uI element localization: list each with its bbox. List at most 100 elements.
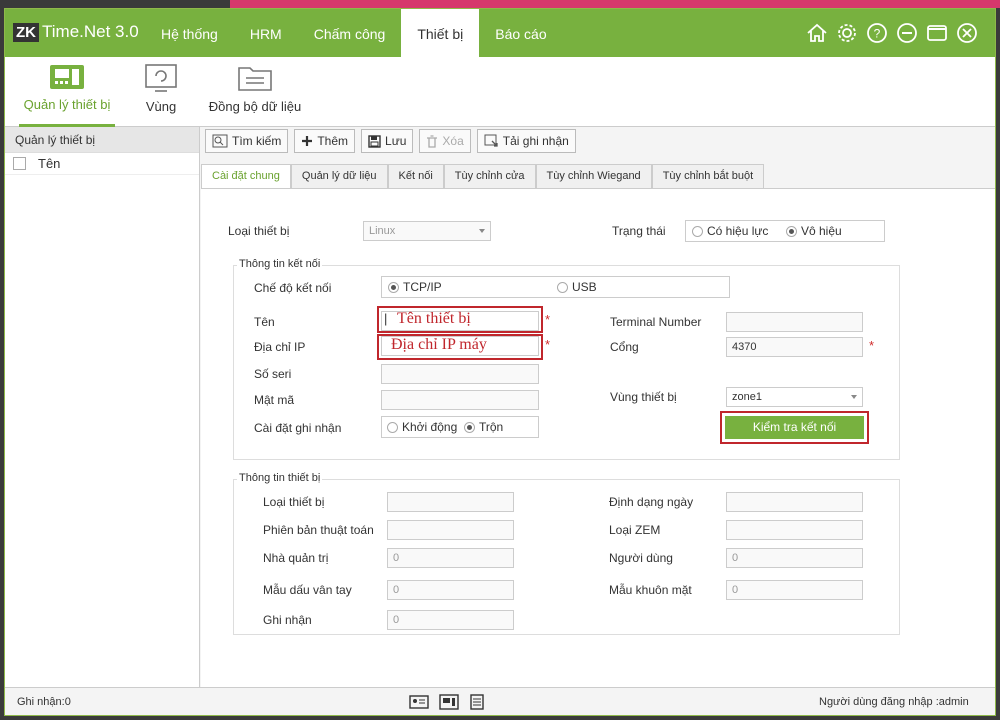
add-button[interactable]: Thêm (294, 129, 355, 153)
module-label: Đồng bộ dữ liệu (209, 99, 302, 114)
required-mark: * (545, 337, 550, 352)
add-label: Thêm (317, 134, 348, 148)
radio-indicator (557, 282, 568, 293)
title-bar: ZK Time.Net 3.0 Hệ thống HRM Chấm công T… (5, 9, 995, 57)
save-button[interactable]: Lưu (361, 129, 413, 153)
menu-system[interactable]: Hệ thống (145, 9, 234, 57)
admin-count-value: 0 (393, 552, 399, 564)
status-inactive-radio[interactable]: Vô hiệu (786, 224, 842, 238)
home-icon[interactable] (805, 21, 829, 45)
svg-text:?: ? (874, 27, 881, 41)
algorithm-version-label: Phiên bản thuật toán (263, 523, 374, 537)
device-type-label: Loại thiết bị (228, 224, 289, 238)
fingerprint-count-field: 0 (387, 580, 514, 600)
status-inactive-label: Vô hiệu (801, 224, 842, 238)
port-value: 4370 (732, 341, 756, 353)
tab-connection[interactable]: Kết nối (388, 164, 444, 188)
tab-door-settings[interactable]: Tùy chỉnh cửa (444, 164, 536, 188)
tab-wiegand-settings[interactable]: Tùy chỉnh Wiegand (536, 164, 652, 188)
record-boot-radio[interactable]: Khởi động (387, 420, 457, 434)
module-area[interactable]: Vùng (131, 63, 191, 114)
name-label: Tên (254, 315, 275, 329)
module-device-management[interactable]: Quản lý thiết bị (19, 63, 115, 112)
info-device-type-label: Loại thiết bị (263, 495, 324, 509)
port-input[interactable]: 4370 (726, 337, 863, 357)
date-format-label: Định dạng ngày (609, 495, 693, 509)
connection-mode-radio-group: TCP/IP USB (381, 276, 730, 298)
status-icons (409, 694, 485, 710)
document-icon[interactable] (469, 694, 485, 710)
save-label: Lưu (385, 134, 406, 148)
status-active-radio[interactable]: Có hiệu lực (692, 224, 768, 238)
maximize-icon[interactable] (925, 21, 949, 45)
fingerprint-count-value: 0 (393, 584, 399, 596)
zem-type-field (726, 520, 863, 540)
required-mark: * (545, 312, 550, 327)
required-mark: * (869, 338, 874, 353)
radio-indicator (388, 282, 399, 293)
usb-radio[interactable]: USB (557, 280, 597, 294)
device-type-select[interactable]: Linux (363, 221, 491, 241)
status-radio-group: Có hiệu lực Vô hiệu (685, 220, 885, 242)
app-logo: ZK Time.Net 3.0 (13, 22, 139, 42)
record-count-label: Ghi nhận (263, 613, 312, 627)
terminal-number-input[interactable] (726, 312, 863, 332)
close-icon[interactable] (955, 21, 979, 45)
load-records-label: Tải ghi nhận (503, 134, 569, 148)
minimize-icon[interactable] (895, 21, 919, 45)
id-card-icon[interactable] (409, 694, 429, 710)
column-name-header: Tên (38, 156, 60, 171)
search-label: Tìm kiếm (232, 134, 281, 148)
menu-report[interactable]: Báo cáo (479, 9, 562, 57)
radio-indicator (692, 226, 703, 237)
user-count-label: Người dùng (609, 551, 673, 565)
gear-icon[interactable] (835, 21, 859, 45)
menu-hrm[interactable]: HRM (234, 9, 298, 57)
module-data-sync[interactable]: Đồng bộ dữ liệu (205, 63, 305, 114)
password-input[interactable] (381, 390, 539, 410)
ip-annotation: Địa chỉ IP máy (391, 336, 487, 354)
device-icon[interactable] (439, 694, 459, 710)
device-zone-label: Vùng thiết bị (610, 390, 677, 404)
login-user-status: Người dùng đăng nhập :admin (819, 696, 969, 708)
device-zone-value: zone1 (732, 391, 762, 403)
tcp-ip-label: TCP/IP (403, 280, 442, 294)
select-all-checkbox[interactable] (13, 157, 26, 170)
device-list-column-row: Tên (5, 153, 199, 175)
tab-required-settings[interactable]: Tùy chỉnh bắt buột (652, 164, 765, 188)
tab-data-management[interactable]: Quản lý dữ liệu (291, 164, 388, 188)
text-cursor: | (384, 311, 387, 326)
module-bar: Quản lý thiết bị Vùng Đồng bộ dữ liệu (5, 57, 995, 127)
delete-label: Xóa (442, 134, 463, 148)
admin-count-label: Nhà quản trị (263, 551, 328, 565)
status-bar: Ghi nhận:0 Người dùng đăng nhập :admin (5, 687, 995, 715)
load-records-button[interactable]: Tải ghi nhận (477, 129, 576, 153)
record-boot-label: Khởi động (402, 420, 457, 434)
device-zone-select[interactable]: zone1 (726, 387, 863, 407)
delete-button[interactable]: Xóa (419, 129, 470, 153)
tcp-ip-radio[interactable]: TCP/IP (388, 280, 442, 294)
search-button[interactable]: Tìm kiếm (205, 129, 288, 153)
serial-input[interactable] (381, 364, 539, 384)
help-icon[interactable]: ? (865, 21, 889, 45)
app-window: ZK Time.Net 3.0 Hệ thống HRM Chấm công T… (4, 8, 996, 716)
date-format-field (726, 492, 863, 512)
status-label: Trạng thái (612, 224, 666, 238)
connection-info-title: Thông tin kết nối (237, 258, 322, 270)
tab-general-settings[interactable]: Cài đặt chung (201, 164, 291, 188)
background-strip (230, 0, 1000, 8)
serial-label: Số seri (254, 367, 291, 381)
toolbar: Tìm kiếm Thêm Lưu Xóa Tải ghi nhận (205, 129, 576, 153)
menu-attendance[interactable]: Chấm công (298, 9, 402, 57)
main-menu: Hệ thống HRM Chấm công Thiết bị Báo cáo (145, 9, 563, 57)
menu-device[interactable]: Thiết bị (401, 9, 479, 57)
zk-logo-mark: ZK (13, 23, 39, 42)
record-count-value: 0 (393, 614, 399, 626)
search-icon (212, 134, 228, 148)
face-template-label: Mẫu khuôn mặt (609, 583, 692, 597)
admin-count-field: 0 (387, 548, 514, 568)
window-controls: ? (805, 21, 979, 45)
record-mix-radio[interactable]: Trộn (464, 420, 503, 434)
test-connection-button[interactable]: Kiểm tra kết nối (725, 416, 864, 439)
record-setting-radio-group: Khởi động Trộn (381, 416, 539, 438)
